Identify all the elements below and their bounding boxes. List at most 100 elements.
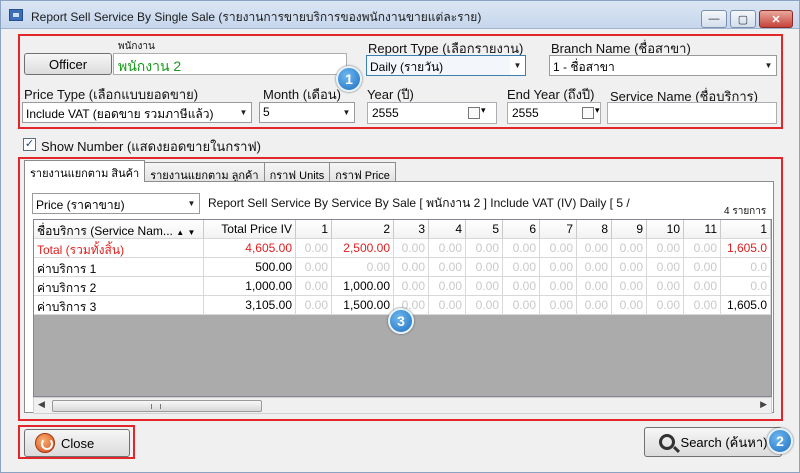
- value-cell[interactable]: 0.00: [647, 258, 684, 277]
- value-cell[interactable]: 1,000.00: [332, 277, 394, 296]
- value-cell[interactable]: 0.00: [466, 239, 503, 258]
- column-header[interactable]: Total Price IV: [204, 220, 296, 239]
- value-cell[interactable]: 0.00: [647, 239, 684, 258]
- value-cell[interactable]: 3,105.00: [204, 296, 296, 315]
- value-cell[interactable]: 0.00: [296, 258, 332, 277]
- column-header[interactable]: 9: [612, 220, 647, 239]
- value-cell[interactable]: 0.00: [684, 258, 721, 277]
- value-cell[interactable]: 0.00: [296, 277, 332, 296]
- tab-by-customer[interactable]: รายงานแยกตาม ลูกค้า: [144, 162, 265, 182]
- value-cell[interactable]: 500.00: [204, 258, 296, 277]
- value-cell[interactable]: 1,605.0: [721, 296, 771, 315]
- price-mode-select[interactable]: Price (ราคาขาย) ▼: [32, 193, 200, 214]
- value-cell[interactable]: 0.00: [503, 239, 540, 258]
- close-button[interactable]: Close: [24, 429, 130, 457]
- column-header[interactable]: 11: [684, 220, 721, 239]
- value-cell[interactable]: 0.00: [466, 258, 503, 277]
- scroll-left-icon[interactable]: ◀: [38, 399, 45, 410]
- column-header[interactable]: 8: [577, 220, 612, 239]
- value-cell[interactable]: 0.00: [429, 239, 466, 258]
- value-cell[interactable]: 0.00: [394, 277, 429, 296]
- search-button[interactable]: Search (ค้นหา): [644, 427, 782, 457]
- value-cell[interactable]: 0.00: [296, 239, 332, 258]
- column-header[interactable]: 2: [332, 220, 394, 239]
- column-header[interactable]: 4: [429, 220, 466, 239]
- minimize-button[interactable]: —: [701, 10, 727, 28]
- calendar-icon[interactable]: [582, 105, 600, 119]
- value-cell[interactable]: 0.00: [577, 258, 612, 277]
- value-cell[interactable]: 0.00: [503, 258, 540, 277]
- value-cell[interactable]: 2,500.00: [332, 239, 394, 258]
- value-cell[interactable]: 0.00: [394, 258, 429, 277]
- value-cell[interactable]: 4,605.00: [204, 239, 296, 258]
- value-cell[interactable]: 0.00: [540, 239, 577, 258]
- value-cell[interactable]: 0.00: [647, 277, 684, 296]
- tab-units-chart[interactable]: กราฟ Units: [263, 162, 331, 182]
- value-cell[interactable]: 0.00: [612, 296, 647, 315]
- column-header[interactable]: 1: [296, 220, 332, 239]
- chevron-down-icon: ▼: [236, 103, 251, 122]
- tab-price-chart[interactable]: กราฟ Price: [329, 162, 396, 182]
- value-cell[interactable]: 1,000.00: [204, 277, 296, 296]
- value-cell[interactable]: 1,605.0: [721, 239, 771, 258]
- column-header[interactable]: ชื่อบริการ (Service Nam... ▲ ▼: [34, 220, 204, 239]
- value-cell[interactable]: 0.00: [577, 239, 612, 258]
- value-cell[interactable]: 0.00: [503, 277, 540, 296]
- horizontal-scrollbar[interactable]: ◀ ▶: [33, 397, 772, 414]
- value-cell[interactable]: 0.00: [429, 277, 466, 296]
- table-row[interactable]: ค่าบริการ 2 1,000.00 0.00 1,000.00 0.00 0.00 0…: [34, 277, 771, 296]
- scroll-thumb[interactable]: [52, 400, 262, 412]
- value-cell[interactable]: 0.00: [612, 239, 647, 258]
- value-cell[interactable]: 0.00: [684, 277, 721, 296]
- calendar-icon[interactable]: [468, 105, 486, 119]
- value-cell[interactable]: 0.00: [612, 258, 647, 277]
- end-year-picker[interactable]: 2555: [507, 102, 601, 124]
- value-cell[interactable]: 0.00: [466, 296, 503, 315]
- branch-select[interactable]: 1 - ชื่อสาขา ▼: [549, 55, 777, 76]
- value-cell[interactable]: 0.00: [684, 296, 721, 315]
- month-select[interactable]: 5 ▼: [259, 102, 355, 123]
- column-header[interactable]: 1: [721, 220, 771, 239]
- value-cell[interactable]: 0.00: [612, 277, 647, 296]
- column-header[interactable]: 10: [647, 220, 684, 239]
- service-name-cell[interactable]: ค่าบริการ 2: [34, 277, 204, 296]
- value-cell[interactable]: 0.00: [577, 296, 612, 315]
- value-cell[interactable]: 0.00: [684, 239, 721, 258]
- value-cell[interactable]: 0.00: [429, 258, 466, 277]
- year-picker[interactable]: 2555: [367, 102, 497, 124]
- value-cell[interactable]: 0.00: [647, 296, 684, 315]
- service-name-input[interactable]: [607, 102, 777, 124]
- value-cell[interactable]: 0.00: [540, 258, 577, 277]
- column-header[interactable]: 7: [540, 220, 577, 239]
- value-cell[interactable]: 0.00: [577, 277, 612, 296]
- table-row[interactable]: Total (รวมทั้งสิ้น) 4,605.00 0.00 2,500.00 0…: [34, 239, 771, 258]
- column-header[interactable]: 6: [503, 220, 540, 239]
- column-header[interactable]: 3: [394, 220, 429, 239]
- value-cell[interactable]: 0.0: [721, 277, 771, 296]
- tab-by-product[interactable]: รายงานแยกตาม สินค้า: [24, 160, 146, 182]
- maximize-button[interactable]: ▢: [730, 10, 756, 28]
- service-name-cell[interactable]: ค่าบริการ 3: [34, 296, 204, 315]
- value-cell[interactable]: 0.00: [429, 296, 466, 315]
- close-window-button[interactable]: ✕: [759, 10, 793, 28]
- value-cell[interactable]: 0.00: [540, 277, 577, 296]
- value-cell[interactable]: 0.00: [540, 296, 577, 315]
- value-cell[interactable]: 0.00: [332, 258, 394, 277]
- service-name-cell[interactable]: ค่าบริการ 1: [34, 258, 204, 277]
- column-header[interactable]: 5: [466, 220, 503, 239]
- scroll-right-icon[interactable]: ▶: [760, 399, 767, 410]
- window-title: Report Sell Service By Single Sale (รายง…: [31, 10, 482, 24]
- price-mode-value: Price (ราคาขาย): [36, 198, 125, 212]
- service-name-cell[interactable]: Total (รวมทั้งสิ้น): [34, 239, 204, 258]
- show-number-checkbox[interactable]: ✓: [23, 138, 36, 151]
- value-cell[interactable]: 0.00: [503, 296, 540, 315]
- officer-button[interactable]: Officer: [24, 53, 112, 75]
- report-type-select[interactable]: Daily (รายวัน) ▼: [366, 55, 526, 76]
- price-type-select[interactable]: Include VAT (ยอดขาย รวมภาษีแล้ว) ▼: [22, 102, 252, 123]
- value-cell[interactable]: 0.00: [296, 296, 332, 315]
- value-cell[interactable]: 0.0: [721, 258, 771, 277]
- value-cell[interactable]: 0.00: [466, 277, 503, 296]
- value-cell[interactable]: 1,500.00: [332, 296, 394, 315]
- value-cell[interactable]: 0.00: [394, 239, 429, 258]
- table-row[interactable]: ค่าบริการ 1 500.00 0.00 0.00 0.00 0.00 0.00 0.0…: [34, 258, 771, 277]
